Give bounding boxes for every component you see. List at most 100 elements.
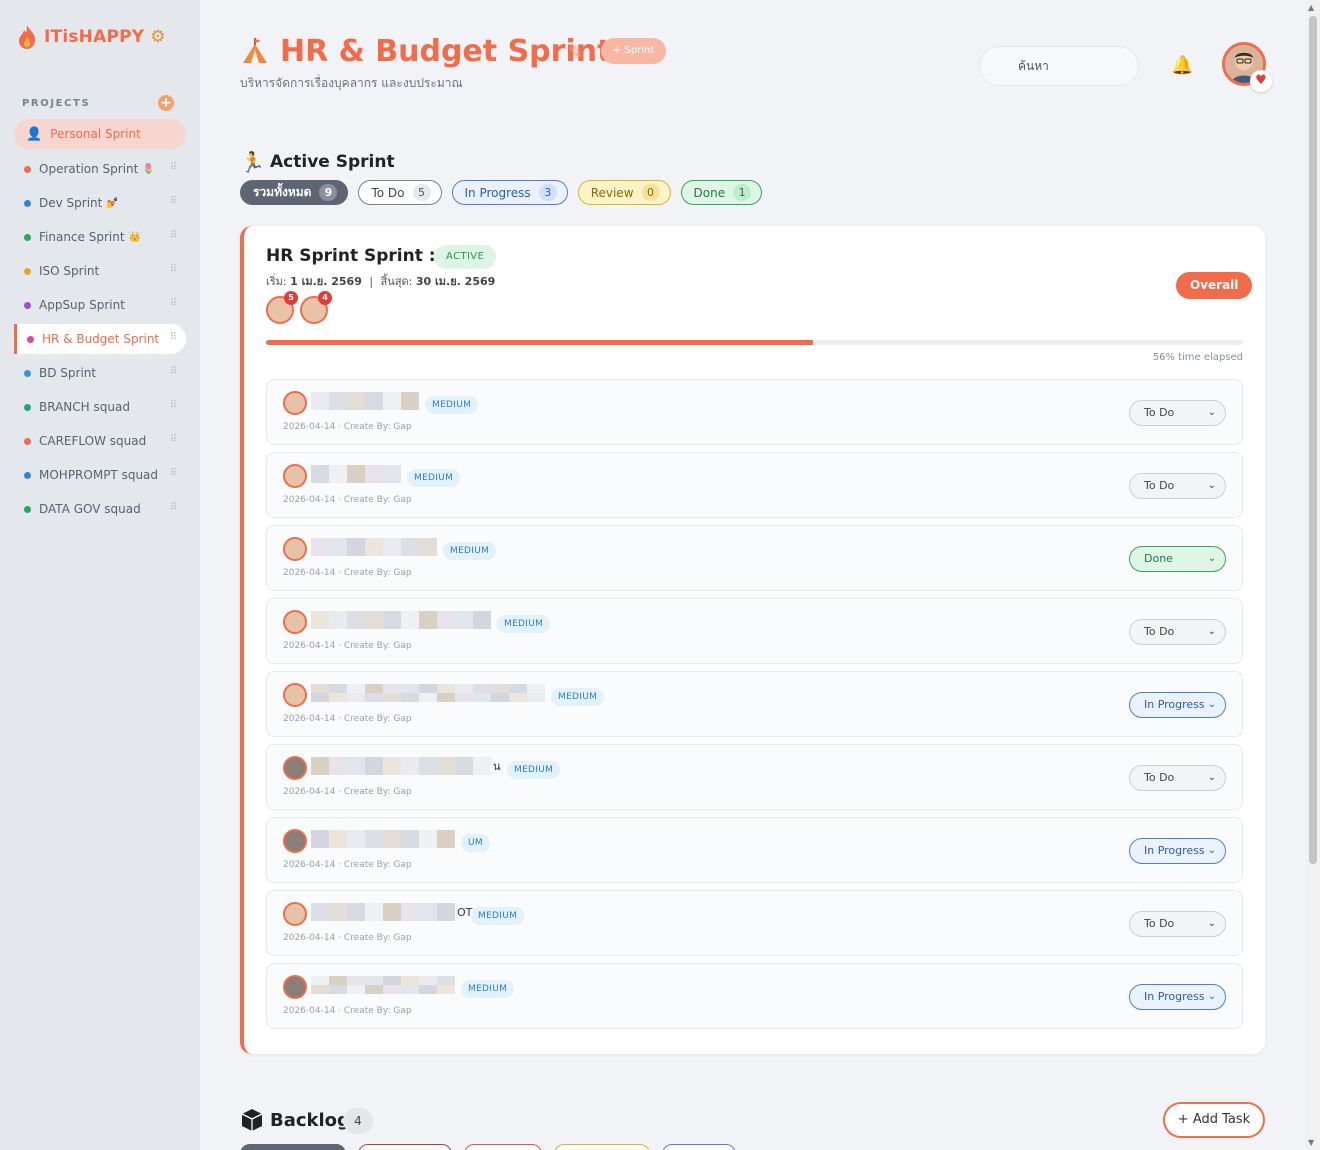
- task-row[interactable]: MEDIUM 2026-04-14 · Create By: Gap In Prog…: [266, 671, 1243, 737]
- sidebar-item-label: CAREFLOW squad: [39, 434, 147, 448]
- project-color-dot: [24, 437, 31, 445]
- add-sprint-button[interactable]: + Sprint: [601, 38, 667, 64]
- task-title-redacted[interactable]: [311, 465, 401, 485]
- end-label: สิ้นสุด:: [380, 275, 413, 288]
- drag-handle-icon[interactable]: ⠿: [170, 162, 177, 173]
- sidebar-item-mohprompt-squad[interactable]: MOHPROMPT squad ⠿: [14, 460, 186, 490]
- member-avatar[interactable]: 4: [300, 291, 332, 324]
- start-date: 1 เม.ย. 2569: [290, 275, 362, 288]
- status-select[interactable]: In Progress ⌄: [1129, 692, 1226, 718]
- backlog-filter-chip[interactable]: [240, 1144, 346, 1150]
- sidebar-item-operation-sprint[interactable]: Operation Sprint 🌷 ⠿: [14, 154, 186, 184]
- backlog-filter-chip[interactable]: [554, 1144, 650, 1150]
- backlog-filter-chip[interactable]: [464, 1144, 542, 1150]
- status-value: Done: [1144, 552, 1173, 565]
- task-row[interactable]: MEDIUM 2026-04-14 · Create By: Gap Done ⌄: [266, 525, 1243, 591]
- task-title-redacted[interactable]: [311, 611, 491, 631]
- member-task-count: 4: [318, 291, 332, 305]
- task-row[interactable]: MEDIUM 2026-04-14 · Create By: Gap To Do ⌄: [266, 379, 1243, 445]
- drag-handle-icon[interactable]: ⠿: [170, 434, 177, 445]
- backlog-filter-chip[interactable]: [662, 1144, 736, 1150]
- status-select[interactable]: To Do ⌄: [1129, 400, 1226, 426]
- sidebar-item-hr-budget-sprint[interactable]: HR & Budget Sprint ⠿: [14, 324, 186, 354]
- task-meta: 2026-04-14 · Create By: Gap: [283, 495, 412, 505]
- status-select[interactable]: Done ⌄: [1129, 546, 1226, 572]
- filter-todo[interactable]: To Do 5: [358, 180, 442, 205]
- task-row[interactable]: MEDIUM 2026-04-14 · Create By: Gap To Do ⌄: [266, 598, 1243, 664]
- sidebar-item-appsup-sprint[interactable]: AppSup Sprint ⠿: [14, 290, 186, 320]
- status-select[interactable]: In Progress ⌄: [1129, 838, 1226, 864]
- drag-handle-icon[interactable]: ⠿: [170, 366, 177, 377]
- sidebar-item-dev-sprint[interactable]: Dev Sprint 💅 ⠿: [14, 188, 186, 218]
- sidebar-item-label: BRANCH squad: [39, 400, 130, 414]
- member-avatar[interactable]: 5: [266, 291, 298, 324]
- brand[interactable]: ITisHAPPY ⚙: [16, 24, 166, 50]
- sidebar-item-label: MOHPROMPT squad: [39, 468, 159, 482]
- drag-handle-icon[interactable]: ⠿: [170, 400, 177, 411]
- heart-icon: ♥: [1250, 70, 1272, 92]
- drag-handle-icon[interactable]: ⠿: [170, 468, 177, 479]
- task-title-redacted[interactable]: [311, 976, 455, 996]
- sidebar-item-personal-sprint[interactable]: 👤 Personal Sprint: [14, 119, 186, 149]
- filter-in-progress[interactable]: In Progress 3: [451, 180, 568, 205]
- task-title-redacted[interactable]: [311, 684, 545, 704]
- sidebar-item-finance-sprint[interactable]: Finance Sprint 👑 ⠿: [14, 222, 186, 252]
- runner-icon: 🏃: [240, 150, 265, 174]
- task-row[interactable]: น MEDIUM 2026-04-14 · Create By: Gap To Do ⌄: [266, 744, 1243, 810]
- sidebar-item-label: Dev Sprint: [39, 196, 103, 210]
- drag-handle-icon[interactable]: ⠿: [170, 230, 177, 241]
- chevron-down-icon: ⌄: [1207, 991, 1216, 1002]
- filter-count: 9: [319, 184, 338, 201]
- chevron-down-icon: ⌄: [1207, 480, 1216, 491]
- overall-button[interactable]: Overall: [1176, 272, 1253, 299]
- drag-handle-icon[interactable]: ⠿: [170, 298, 177, 309]
- filter-count: 5: [412, 184, 431, 201]
- status-select[interactable]: To Do ⌄: [1129, 765, 1226, 791]
- filter-all[interactable]: รวมทั้งหมด 9: [240, 180, 349, 205]
- filter-review[interactable]: Review 0: [577, 180, 671, 205]
- drag-handle-icon[interactable]: ⠿: [170, 196, 177, 207]
- add-project-button[interactable]: +: [158, 95, 174, 111]
- priority-badge: MEDIUM: [407, 469, 461, 487]
- status-value: In Progress: [1144, 844, 1205, 857]
- sidebar-item-label: DATA GOV squad: [39, 502, 141, 516]
- gear-icon[interactable]: ⚙: [150, 27, 165, 47]
- task-row[interactable]: UM 2026-04-14 · Create By: Gap In Progress…: [266, 817, 1243, 883]
- task-row[interactable]: OT MEDIUM 2026-04-14 · Create By: Gap To Do…: [266, 890, 1243, 956]
- status-select[interactable]: To Do ⌄: [1129, 911, 1226, 937]
- status-select[interactable]: In Progress ⌄: [1129, 984, 1226, 1010]
- scroll-down-arrow[interactable]: ▼: [1308, 1138, 1314, 1147]
- priority-badge: MEDIUM: [471, 907, 525, 925]
- task-title-redacted[interactable]: น: [311, 757, 501, 777]
- task-title-redacted[interactable]: [311, 392, 419, 412]
- task-title-redacted[interactable]: [311, 538, 437, 558]
- task-row[interactable]: MEDIUM 2026-04-14 · Create By: Gap To Do ⌄: [266, 452, 1243, 518]
- sidebar-item-branch-squad[interactable]: BRANCH squad ⠿: [14, 392, 186, 422]
- pencil-icon[interactable]: ✎: [568, 42, 583, 63]
- drag-handle-icon[interactable]: ⠿: [170, 502, 177, 513]
- project-color-dot: [24, 301, 31, 309]
- project-color-dot: [24, 471, 31, 479]
- drag-handle-icon[interactable]: ⠿: [170, 332, 177, 343]
- search-input[interactable]: [979, 46, 1139, 86]
- scroll-up-arrow[interactable]: ▲: [1308, 3, 1314, 12]
- drag-handle-icon[interactable]: ⠿: [170, 264, 177, 275]
- status-value: In Progress: [1144, 990, 1205, 1003]
- add-task-button[interactable]: + Add Task: [1163, 1102, 1265, 1138]
- sidebar-item-data-gov-squad[interactable]: DATA GOV squad ⠿: [14, 494, 186, 524]
- status-select[interactable]: To Do ⌄: [1129, 619, 1226, 645]
- bell-icon[interactable]: 🔔: [1171, 55, 1193, 76]
- task-title-redacted[interactable]: OT: [311, 903, 472, 923]
- assignee-avatar: [283, 391, 307, 415]
- task-title-redacted[interactable]: [311, 830, 455, 850]
- filter-done[interactable]: Done 1: [680, 180, 763, 205]
- backlog-filter-chip[interactable]: [358, 1144, 452, 1150]
- status-badge: ACTIVE: [434, 245, 497, 269]
- scrollbar-thumb[interactable]: [1309, 16, 1317, 864]
- task-row[interactable]: MEDIUM 2026-04-14 · Create By: Gap In Prog…: [266, 963, 1243, 1029]
- sidebar-item-bd-sprint[interactable]: BD Sprint ⠿: [14, 358, 186, 388]
- sidebar-item-iso-sprint[interactable]: ISO Sprint ⠿: [14, 256, 186, 286]
- status-select[interactable]: To Do ⌄: [1129, 473, 1226, 499]
- member-task-count: 5: [284, 291, 298, 305]
- sidebar-item-careflow-squad[interactable]: CAREFLOW squad ⠿: [14, 426, 186, 456]
